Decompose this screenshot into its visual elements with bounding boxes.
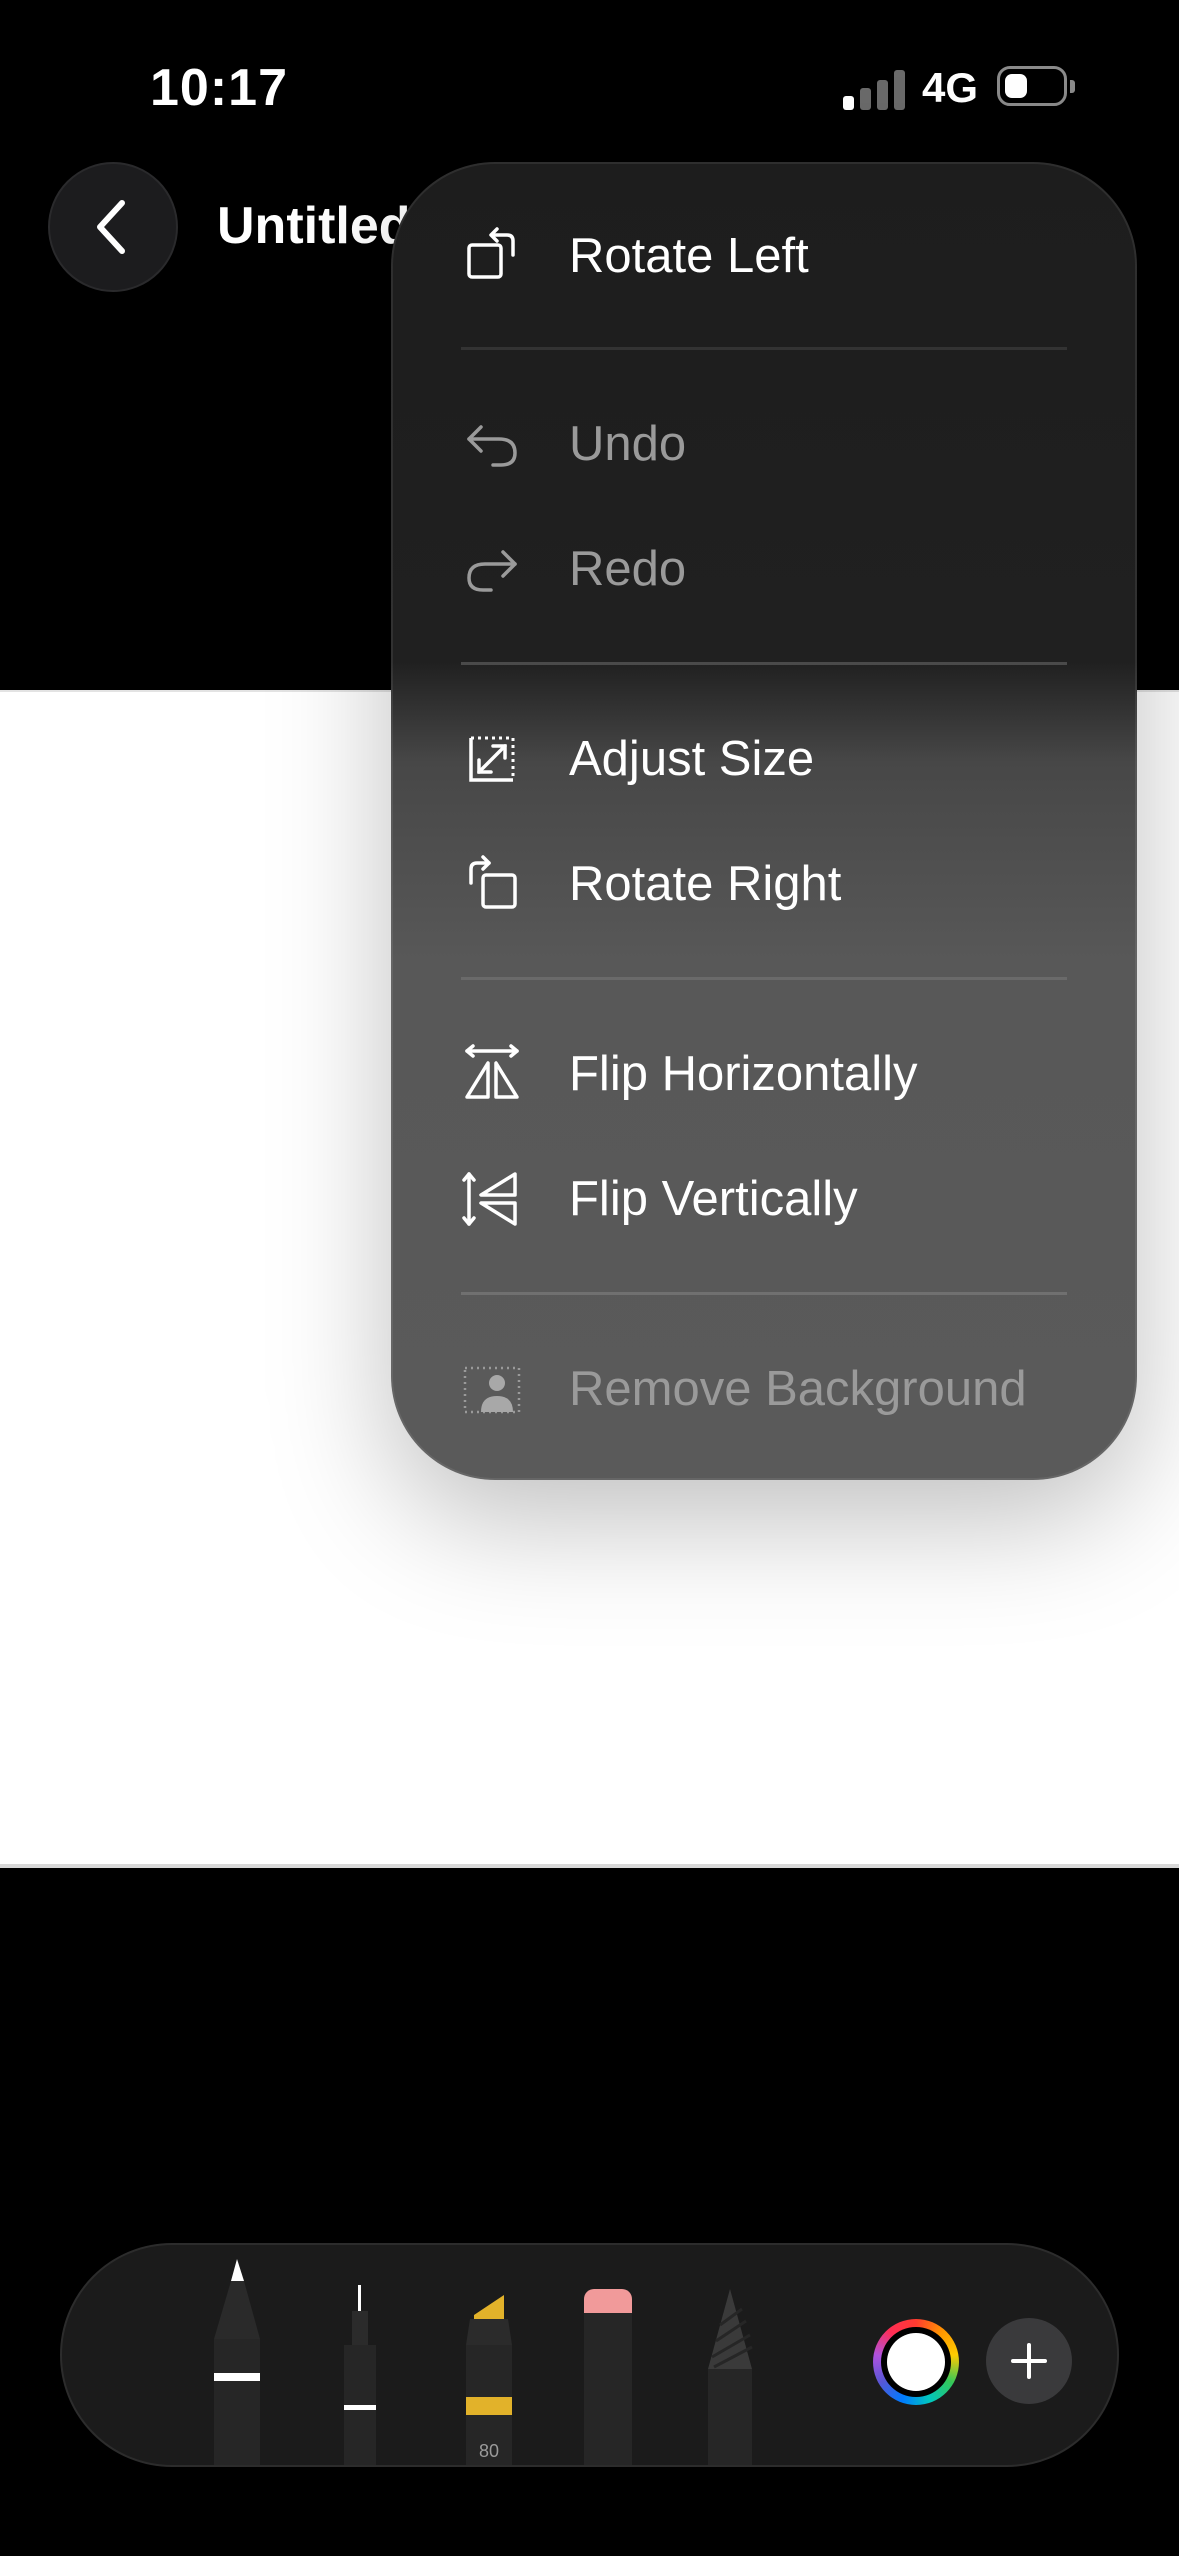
eraser-icon[interactable] (580, 2289, 636, 2465)
flip-vertical-icon (462, 1172, 517, 1226)
menu-item-label: Adjust Size (569, 732, 815, 786)
menu-item-flip-vertically[interactable]: Flip Vertically (391, 1139, 1137, 1259)
menu-item-label: Rotate Right (569, 857, 842, 911)
fineliner-icon[interactable] (332, 2285, 388, 2465)
rotate-right-icon (469, 855, 517, 909)
flip-horizontal-icon (465, 1044, 519, 1099)
menu-item-rotate-left[interactable]: Rotate Left (391, 196, 1137, 316)
chevron-left-icon (97, 200, 125, 254)
add-tool-button[interactable] (986, 2318, 1072, 2404)
menu-separator (461, 1292, 1067, 1295)
pencil-icon[interactable] (702, 2289, 758, 2465)
drawing-toolbar: 80 (60, 2243, 1119, 2467)
rotate-left-icon (467, 227, 515, 279)
menu-item-label: Flip Horizontally (569, 1047, 918, 1101)
menu-item-undo[interactable]: Undo (391, 384, 1137, 504)
status-time: 10:17 (150, 59, 288, 117)
menu-separator (461, 662, 1067, 665)
menu-item-redo[interactable]: Redo (391, 509, 1137, 629)
menu-item-adjust-size[interactable]: Adjust Size (391, 699, 1137, 819)
menu-item-remove-background[interactable]: Remove Background (391, 1329, 1137, 1449)
pen-icon[interactable] (204, 2259, 270, 2465)
menu-item-label: Remove Background (569, 1362, 1027, 1416)
resize-icon (469, 736, 515, 782)
menu-separator (461, 347, 1067, 350)
marker-icon[interactable] (456, 2295, 522, 2465)
network-type: 4G (922, 64, 979, 111)
undo-icon (467, 425, 517, 467)
remove-background-icon (463, 1366, 521, 1414)
document-title[interactable]: Untitled (217, 196, 411, 256)
menu-item-label: Undo (569, 417, 687, 471)
current-color-swatch (887, 2333, 945, 2391)
back-button[interactable] (48, 162, 178, 292)
marker-size-label: 80 (478, 2441, 500, 2461)
cellular-signal-icon (843, 68, 905, 110)
menu-item-label: Flip Vertically (569, 1172, 858, 1226)
redo-icon (467, 550, 517, 592)
battery-icon (997, 66, 1075, 106)
menu-separator (461, 977, 1067, 980)
menu-item-label: Rotate Left (569, 229, 809, 283)
context-menu: Rotate Left Undo Redo Adjust Size Rotate… (391, 162, 1137, 1480)
menu-item-rotate-right[interactable]: Rotate Right (391, 824, 1137, 944)
color-picker-button[interactable] (873, 2319, 959, 2405)
menu-item-label: Redo (569, 542, 687, 596)
menu-item-flip-horizontally[interactable]: Flip Horizontally (391, 1014, 1137, 1134)
plus-icon (1011, 2343, 1047, 2379)
